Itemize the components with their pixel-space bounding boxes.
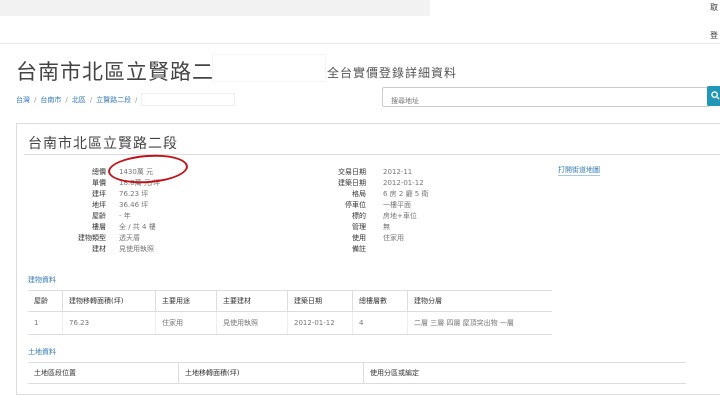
table-cell: 2012-01-12 [287,311,353,335]
detail-label: 建物類型 [78,234,106,242]
detail-label: 建材 [92,245,106,253]
detail-label: 備註 [352,245,366,253]
details-left: 總價 單價 建坪 地坪 屋齡 樓層 建物類型 建材 1430萬 元 18.8萬 … [30,167,330,262]
redaction-box [141,93,236,106]
land-section-title: 土地資料 [28,348,56,356]
detail-label: 標的 [352,212,366,220]
detail-value: 全 / 共 4 樓 [119,223,156,231]
login-link[interactable]: 登 [710,30,718,41]
column-header: 主要用途 [155,290,217,312]
table-header-row: 屋齡 建物移轉面積(坪) 主要用途 主要建材 建築日期 總樓層數 建物分層 [28,290,552,312]
breadcrumb: 台灣 / 台南市 / 北區 / 立賢路二段 / [16,93,236,106]
open-street-map-link[interactable]: 打開街道地圖 [558,165,600,176]
top-right-text[interactable]: 取 [710,2,718,13]
breadcrumb-item[interactable]: 立賢路二段 [96,95,131,105]
breadcrumb-item[interactable]: 北區 [72,95,86,105]
breadcrumb-item[interactable]: 台南市 [40,95,61,105]
breadcrumb-separator: / [65,95,68,104]
breadcrumb-separator: / [135,95,138,104]
detail-value: 透天厝 [119,234,140,242]
detail-label: 總價 [92,168,106,176]
top-strip [0,0,430,16]
detail-label: 停車位 [345,201,366,209]
detail-label: 格局 [352,190,366,198]
detail-label: 建坪 [92,190,106,198]
detail-value: 住家用 [383,234,404,242]
breadcrumb-item[interactable]: 台灣 [16,95,30,105]
detail-value: 見使用執照 [119,245,154,253]
redaction-box [213,55,325,81]
column-header: 建物移轉面積(坪) [62,290,156,312]
detail-label: 建築日期 [338,179,366,187]
detail-value: 一樓平面 [383,201,411,209]
search-button[interactable] [707,86,720,106]
breadcrumb-separator: / [34,95,37,104]
table-cell: 1 [28,311,63,335]
detail-label: 交易日期 [338,168,366,176]
column-header: 建築日期 [287,290,353,312]
divider [0,43,720,44]
search-input[interactable] [389,96,693,106]
table-cell: 4 [352,311,408,335]
detail-value: 6 房 2 廳 5 衛 [383,190,429,198]
detail-label: 管理 [352,223,366,231]
building-table: 屋齡 建物移轉面積(坪) 主要用途 主要建材 建築日期 總樓層數 建物分層 1 … [28,290,552,335]
table-cell: 見使用執照 [216,311,288,335]
divider [24,154,720,155]
detail-label: 單價 [92,179,106,187]
panel-title: 台南市北區立賢路二段 [28,136,178,152]
column-header: 總樓層數 [352,290,408,312]
page-title: 台南市北區立賢路二段 [16,60,236,84]
table-cell: 二層 三層 四層 屋頂突出物 一層 [407,311,552,335]
search-box [382,87,710,107]
detail-label: 樓層 [92,223,106,231]
table-row: 1 76.23 住家用 見使用執照 2012-01-12 4 二層 三層 四層 … [28,311,552,335]
column-header: 建物分層 [407,290,552,312]
column-header: 屋齡 [28,290,63,312]
column-header: 土地區段位置 [28,362,179,384]
detail-label: 使用 [352,234,366,242]
column-header: 使用分區或編定 [363,362,686,384]
table-header-row: 土地區段位置 土地移轉面積(坪) 使用分區或編定 [28,362,686,384]
detail-value: 36.46 坪 [119,201,149,209]
detail-value: 2012-11 [383,168,413,176]
detail-value: 房地+車位 [383,212,417,220]
details-right: 交易日期 建築日期 格局 停車位 標的 管理 使用 備註 2012-11 201… [300,167,560,262]
detail-label: 屋齡 [92,212,106,220]
breadcrumb-separator: / [89,95,93,104]
detail-value: 無 [383,223,390,231]
detail-value: 2012-01-12 [383,179,424,187]
top-bar: 取 登 [0,0,720,44]
detail-label: 地坪 [92,201,106,209]
page-subtitle: 全台實價登錄詳細資料 [327,66,458,80]
land-table: 土地區段位置 土地移轉面積(坪) 使用分區或編定 [28,362,686,384]
table-cell: 76.23 [62,311,156,335]
column-header: 土地移轉面積(坪) [178,362,364,384]
search-icon [711,91,720,100]
detail-value: - 年 [119,212,131,220]
detail-value: 76.23 坪 [119,190,149,198]
building-section-title: 建物資料 [28,276,56,284]
column-header: 主要建材 [216,290,288,312]
table-cell: 住家用 [155,311,217,335]
